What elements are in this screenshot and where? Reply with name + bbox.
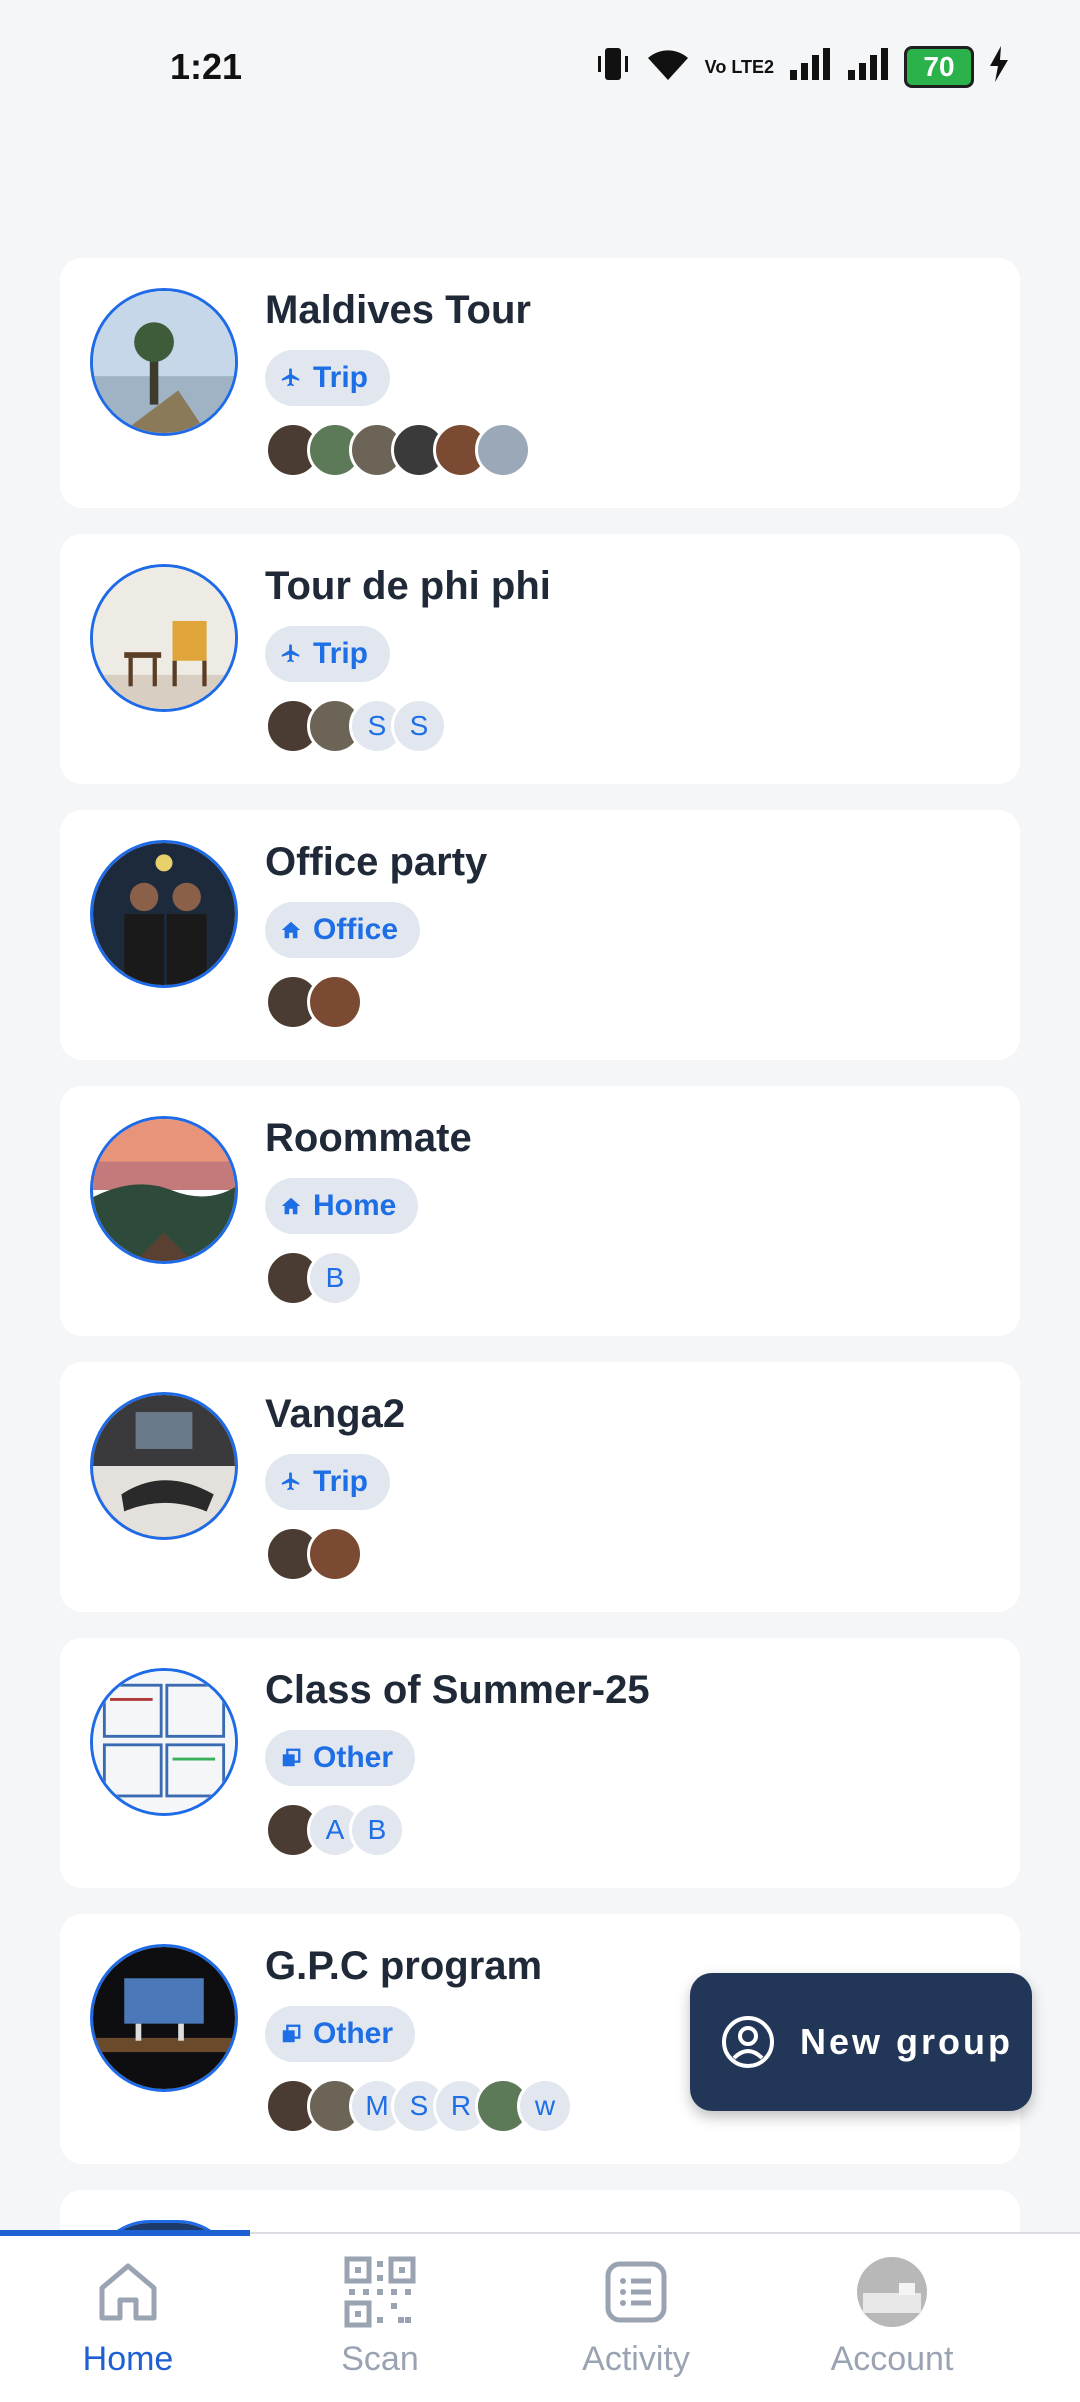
airplane-icon [279, 366, 303, 390]
category-chip: Other [265, 1730, 416, 1786]
new-group-button[interactable]: New group [690, 1973, 1032, 2111]
group-avatar [90, 840, 238, 988]
member-avatar: B [307, 1250, 363, 1306]
member-avatars [265, 422, 531, 478]
category-label: Trip [313, 637, 369, 670]
member-avatar [475, 422, 531, 478]
nav-scan-label: Scan [341, 2340, 419, 2378]
group-avatar [90, 288, 238, 436]
group-card[interactable]: Tour de phi phi Trip S S [60, 534, 1020, 784]
group-avatar [90, 1116, 238, 1264]
signal-icon [788, 46, 832, 87]
category-label: Home [313, 1189, 397, 1222]
airplane-icon [279, 1470, 303, 1494]
account-avatar [854, 2254, 930, 2330]
category-label: Trip [313, 361, 369, 394]
member-avatar: S [391, 698, 447, 754]
group-name: G.P.C program [265, 1944, 543, 1988]
status-time: 1:21 [170, 46, 243, 87]
category-chip: Trip [265, 350, 391, 406]
group-name: Maldives Tour [265, 288, 531, 332]
group-name: Office party [265, 840, 488, 884]
member-avatars [265, 974, 363, 1030]
group-card[interactable]: Roommate Home B [60, 1086, 1020, 1336]
category-label: Other [313, 1741, 394, 1774]
nav-scan[interactable]: Scan [252, 2254, 508, 2394]
battery-indicator: 70 [904, 45, 974, 88]
layers-icon [279, 2022, 303, 2046]
activity-list-icon [598, 2254, 674, 2330]
member-avatars: A B [265, 1802, 405, 1858]
nav-activity[interactable]: Activity [508, 2254, 764, 2394]
user-circle-icon [722, 2016, 774, 2068]
member-avatars: S S [265, 698, 447, 754]
member-avatars [265, 1526, 363, 1582]
charging-icon [988, 46, 1010, 87]
airplane-icon [279, 642, 303, 666]
member-avatar [307, 1526, 363, 1582]
status-bar: 1:21 Vo LTE2 70 [0, 0, 1080, 140]
bottom-navigation: Home Scan Activity Account [0, 2230, 1080, 2402]
group-name: Roommate [265, 1116, 472, 1160]
nav-account-label: Account [830, 2340, 954, 2378]
nav-home[interactable]: Home [0, 2254, 256, 2394]
member-avatar [307, 974, 363, 1030]
home-icon [90, 2254, 166, 2330]
category-label: Other [313, 2017, 394, 2050]
nav-home-label: Home [82, 2340, 174, 2378]
category-chip: Office [265, 902, 421, 958]
category-label: Office [313, 913, 399, 946]
home-icon [279, 918, 303, 942]
group-card[interactable]: Maldives Tour Trip [60, 258, 1020, 508]
member-avatars: M S R w [265, 2078, 573, 2134]
member-avatars: B [265, 1250, 363, 1306]
active-tab-indicator [0, 2230, 250, 2236]
member-avatar: B [349, 1802, 405, 1858]
group-name: Vanga2 [265, 1392, 406, 1436]
category-chip: Trip [265, 1454, 391, 1510]
wifi-icon [645, 46, 691, 87]
group-name: Class of Summer-25 [265, 1668, 650, 1712]
qr-code-icon [342, 2254, 418, 2330]
category-label: Trip [313, 1465, 369, 1498]
home-icon [279, 1194, 303, 1218]
member-avatar: w [517, 2078, 573, 2134]
signal-icon-2 [846, 46, 890, 87]
status-icons: Vo LTE2 70 [595, 44, 1010, 89]
new-group-label: New group [800, 2021, 1013, 2062]
group-avatar [90, 1392, 238, 1540]
group-card[interactable]: Class of Summer-25 Other A B [60, 1638, 1020, 1888]
group-name: Tour de phi phi [265, 564, 551, 608]
group-avatar [90, 1944, 238, 2092]
group-card[interactable]: Vanga2 Trip [60, 1362, 1020, 1612]
nav-account[interactable]: Account [764, 2254, 1020, 2394]
nav-activity-label: Activity [582, 2340, 690, 2378]
category-chip: Trip [265, 626, 391, 682]
volte-label: Vo LTE2 [704, 56, 774, 77]
layers-icon [279, 1746, 303, 1770]
category-chip: Other [265, 2006, 416, 2062]
group-avatar [90, 564, 238, 712]
category-chip: Home [265, 1178, 419, 1234]
vibrate-icon [595, 44, 631, 89]
group-avatar [90, 1668, 238, 1816]
group-card[interactable]: Office party Office [60, 810, 1020, 1060]
